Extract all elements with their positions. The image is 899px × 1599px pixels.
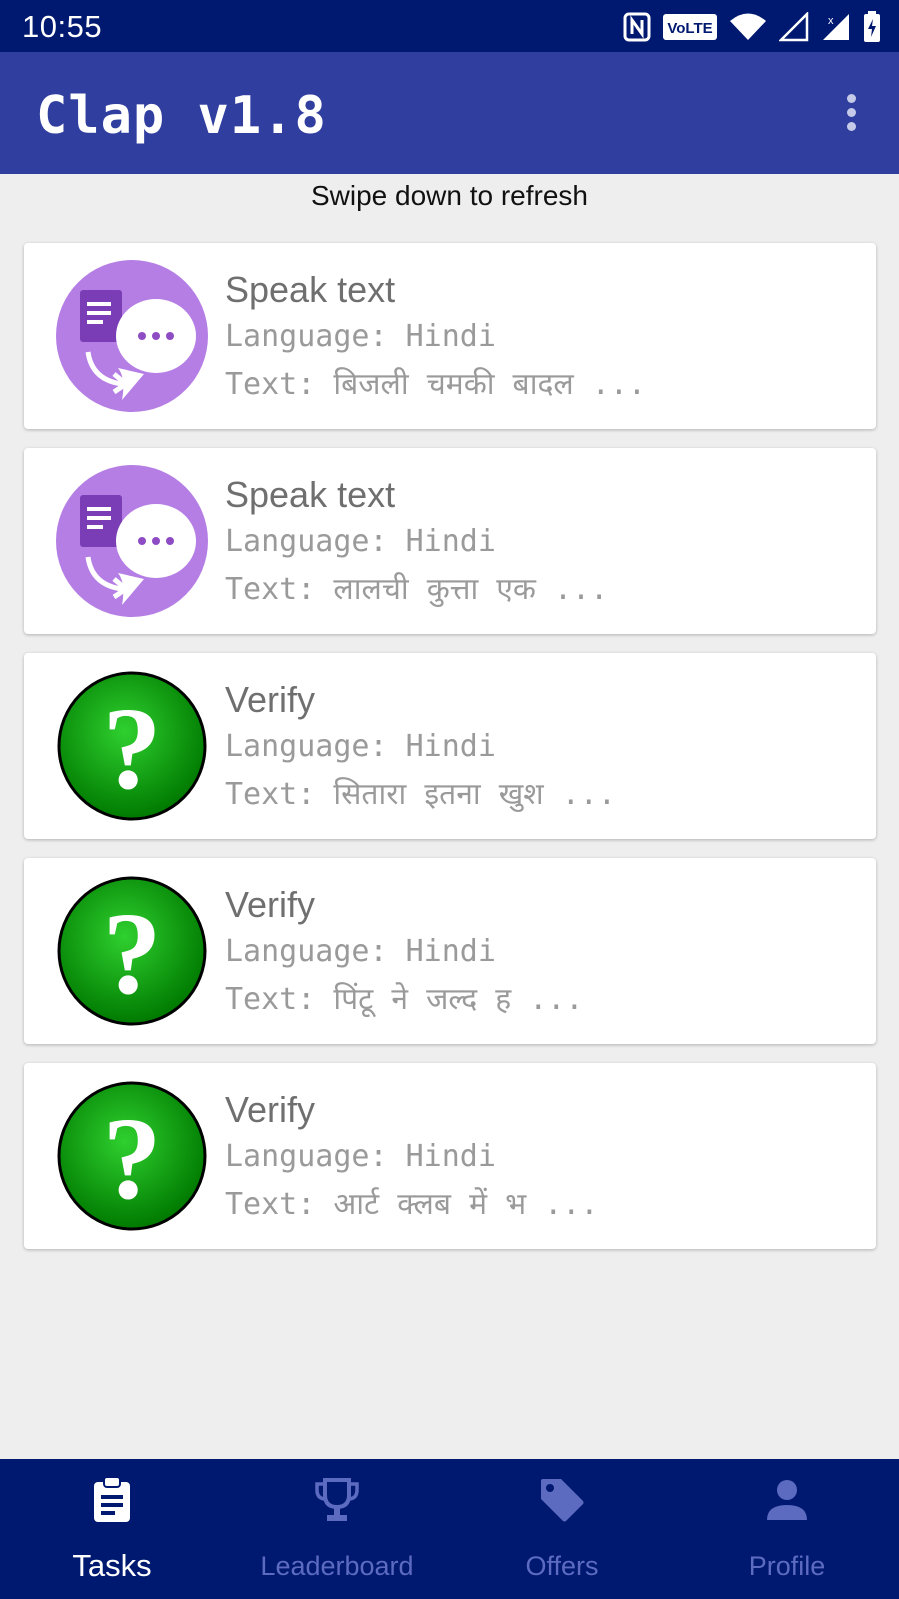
nav-leaderboard-label: Leaderboard [260,1551,414,1581]
question-mark-icon: ? [57,1081,207,1231]
trophy-icon [315,1478,359,1521]
task-card[interactable]: Speak text Language: Hindi Text: बिजली च… [24,243,876,429]
task-text: Text: आर्ट क्लब में भ ... [225,1187,599,1222]
tag-icon [541,1479,584,1522]
more-vert-icon[interactable] [839,94,863,134]
task-language: Language: Hindi [225,319,496,354]
status-bar: 10:55 VoLTE x [0,0,899,52]
app-title: Clap v1.8 [36,86,327,146]
clipboard-icon [94,1476,130,1522]
svg-text:x: x [828,15,834,27]
volte-icon: VoLTE [663,14,717,40]
question-mark-icon: ? [57,671,207,821]
task-text: Text: पिंटू ने जल्द ह ... [225,982,584,1017]
nav-profile[interactable]: Profile [675,1459,899,1599]
refresh-hint: Swipe down to refresh [310,180,589,211]
task-title: Speak text [225,269,396,310]
signal-icon: x [823,14,849,40]
nav-tasks-label: Tasks [72,1548,152,1583]
task-card[interactable]: ? Verify Language: Hindi Text: पिंटू ने … [24,858,876,1044]
question-mark-icon: ? [57,876,207,1026]
svg-text:?: ? [103,1093,162,1224]
speak-text-icon [56,260,208,412]
volte-label: VoLTE [667,20,712,37]
person-icon [767,1480,807,1520]
status-icons: VoLTE x [623,10,881,44]
nav-offers[interactable]: Offers [450,1459,674,1599]
speak-text-icon [56,465,208,617]
nav-leaderboard[interactable]: Leaderboard [225,1459,449,1599]
nfc-icon [623,12,651,42]
task-language: Language: Hindi [225,1139,496,1174]
svg-text:?: ? [103,888,162,1019]
signal-icon [779,12,809,42]
task-title: Speak text [225,474,396,515]
task-card[interactable]: Speak text Language: Hindi Text: लालची क… [24,448,876,634]
battery-charging-icon [864,11,880,42]
status-time: 10:55 [22,9,103,44]
task-title: Verify [225,1089,316,1130]
bottom-navigation: Tasks Leaderboard Offers Profile [0,1459,899,1599]
task-text: Text: सितारा इतना खुश ... [225,777,616,812]
task-language: Language: Hindi [225,524,496,559]
nav-profile-label: Profile [748,1551,826,1581]
task-title: Verify [225,884,316,925]
app-bar: Clap v1.8 [0,52,899,174]
wifi-icon [730,13,766,40]
task-text: Text: लालची कुत्ता एक ... [225,572,609,607]
task-card[interactable]: ? Verify Language: Hindi Text: आर्ट क्लब… [24,1063,876,1249]
nav-offers-label: Offers [525,1551,599,1581]
task-language: Language: Hindi [225,934,496,969]
task-card[interactable]: ? Verify Language: Hindi Text: सितारा इत… [24,653,876,839]
task-title: Verify [225,679,316,720]
task-text: Text: बिजली चमकी बादल ... [225,367,646,402]
task-language: Language: Hindi [225,729,496,764]
nav-tasks[interactable]: Tasks [0,1459,224,1599]
svg-text:?: ? [103,683,162,814]
